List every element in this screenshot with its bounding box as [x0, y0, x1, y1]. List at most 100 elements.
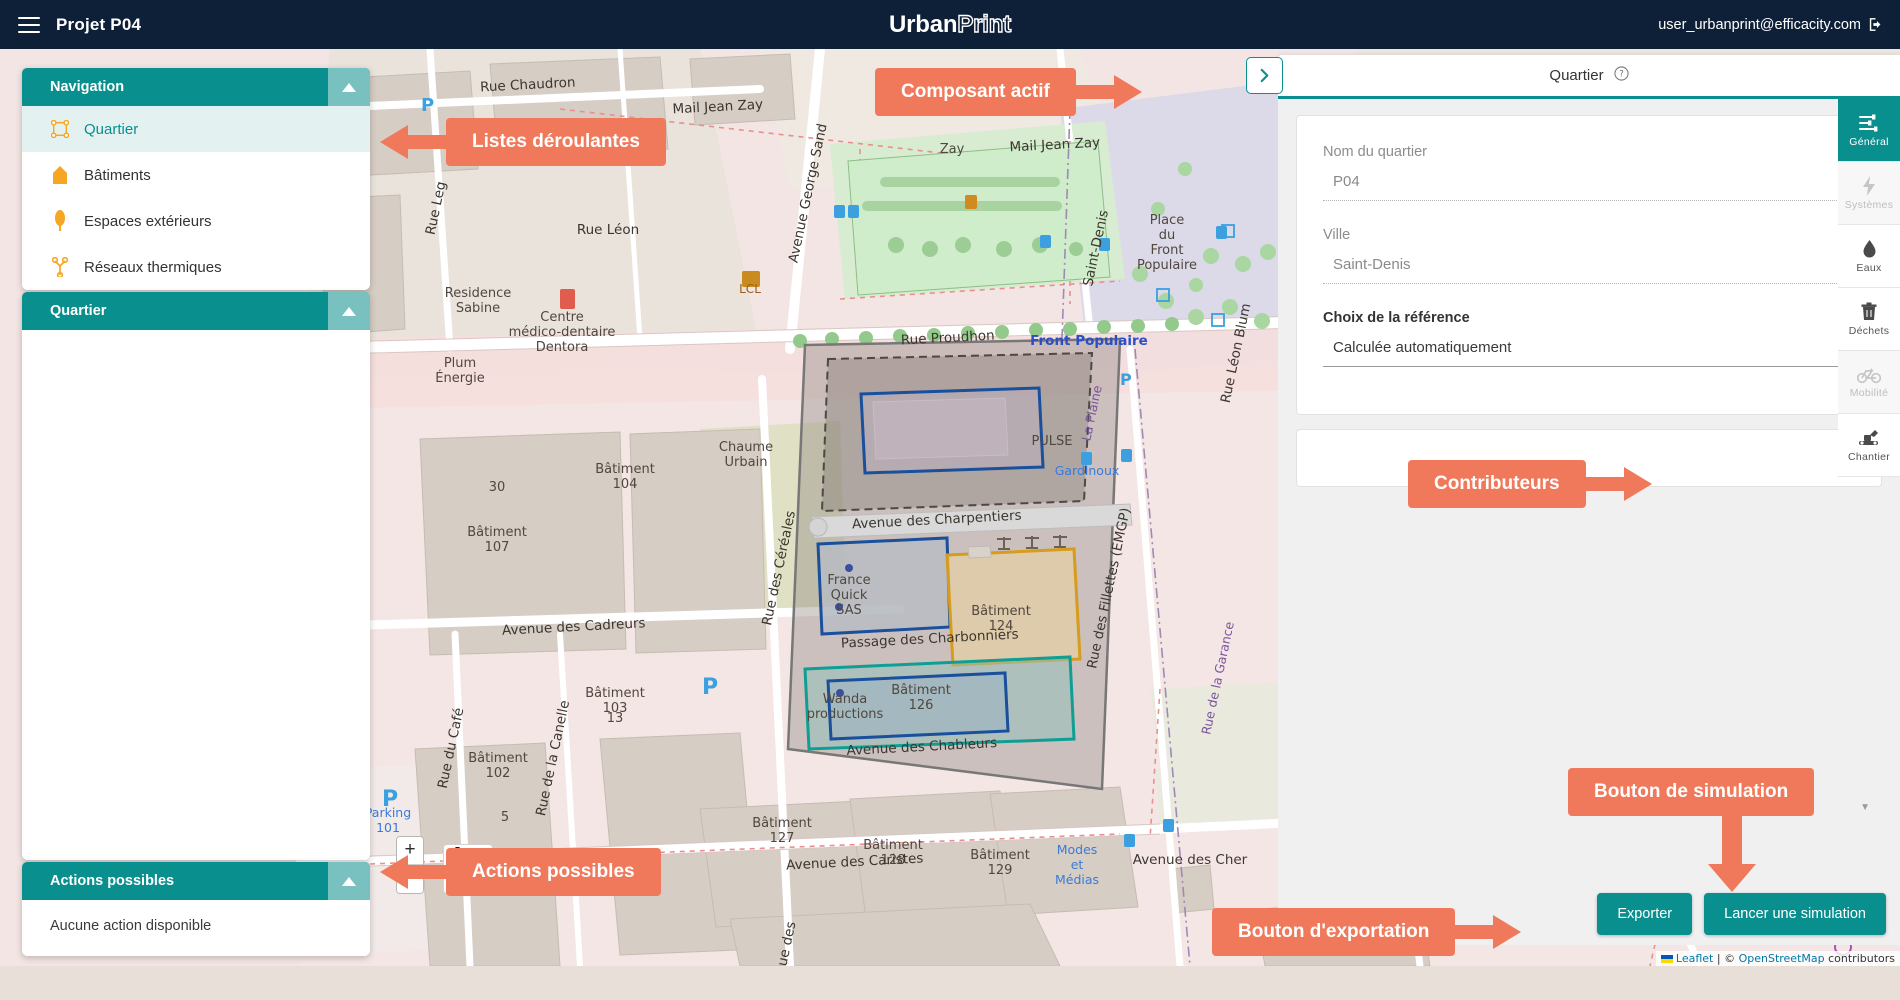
svg-text:Rue Léon: Rue Léon: [577, 222, 639, 238]
svg-text:Front Populaire: Front Populaire: [1030, 333, 1148, 349]
tab-general[interactable]: Général: [1838, 99, 1900, 162]
arrow-right-icon: [1453, 915, 1522, 949]
sidebar-item-label: Bâtiments: [84, 166, 151, 184]
annotation-label: Listes déroulantes: [446, 118, 666, 166]
actions-section-title: Actions possibles: [50, 873, 175, 889]
quartier-section-header[interactable]: Quartier: [22, 292, 370, 330]
tab-label: Général: [1849, 135, 1889, 148]
chevron-up-icon: [342, 876, 356, 886]
panel-collapse-button[interactable]: [1246, 57, 1283, 94]
help-circle-icon[interactable]: ?: [1614, 65, 1629, 86]
tab-label: Systèmes: [1844, 198, 1894, 211]
sidebar-item-label: Réseaux thermiques: [84, 258, 222, 276]
svg-text:P: P: [1120, 370, 1132, 389]
tab-eaux[interactable]: Eaux: [1838, 225, 1900, 288]
nom-du-quartier-input[interactable]: P04: [1323, 173, 1855, 201]
top-bar: Projet P04 UrbanPrint user_urbanprint@ef…: [0, 0, 1900, 49]
tab-systemes[interactable]: Systèmes: [1838, 162, 1900, 225]
svg-text:P: P: [702, 675, 718, 700]
sidebar-item-reseaux-thermiques[interactable]: Réseaux thermiques: [22, 244, 370, 290]
chevron-right-icon: [1260, 68, 1269, 83]
svg-text:5: 5: [501, 810, 509, 825]
arrow-right-icon: [1583, 467, 1652, 501]
chevron-up-icon: [342, 306, 356, 316]
trash-icon: [1861, 302, 1877, 320]
ville-input[interactable]: Saint-Denis: [1323, 256, 1855, 284]
field-label: Choix de la référence: [1323, 310, 1470, 326]
svg-text:PULSE: PULSE: [1031, 434, 1072, 449]
tree-icon: [50, 210, 70, 232]
annotation-bouton-exportation: Bouton d'exportation: [1212, 908, 1523, 956]
field-choix-reference: Choix de la référence ? Calculée automat…: [1323, 310, 1855, 367]
navigation-title: Navigation: [50, 79, 125, 95]
annotation-label: Bouton de simulation: [1568, 768, 1815, 816]
arrow-right-icon: [1073, 75, 1142, 109]
navigation-header[interactable]: Navigation: [22, 68, 370, 106]
navigation-list: Quartier Bâtiments Espaces extérieurs Ré…: [22, 106, 370, 290]
reference-select-value: Calculée automatiquement: [1333, 339, 1512, 356]
logo-urban-text: Urban: [888, 10, 958, 38]
logout-icon[interactable]: [1867, 16, 1884, 33]
user-area[interactable]: user_urbanprint@efficacity.com: [1658, 16, 1884, 33]
tab-label: Déchets: [1848, 324, 1890, 337]
svg-text:Gardinoux: Gardinoux: [1055, 463, 1120, 478]
field-nom-du-quartier: Nom du quartier P04: [1323, 144, 1855, 201]
tab-dechets[interactable]: Déchets: [1838, 288, 1900, 351]
project-title: Projet P04: [56, 14, 142, 34]
bicycle-icon: [1857, 367, 1881, 383]
svg-text:?: ?: [1619, 68, 1623, 78]
navigation-card: Navigation Quartier Bâtiments Espaces ex…: [22, 68, 370, 290]
actions-collapse-button[interactable]: [328, 862, 370, 900]
annotation-label: Contributeurs: [1408, 460, 1586, 508]
chevron-up-icon: [342, 82, 356, 92]
actions-section-header[interactable]: Actions possibles: [22, 862, 370, 900]
field-ville: Ville Saint-Denis: [1323, 227, 1855, 284]
quartier-card: Quartier: [22, 292, 370, 860]
annotation-label: Actions possibles: [446, 848, 661, 896]
svg-text:ChaumeUrbain: Chaume Urbain: [719, 440, 773, 470]
actions-card: Actions possibles Aucune action disponib…: [22, 862, 370, 956]
arrow-left-icon: [380, 125, 448, 159]
svg-text:13: 13: [607, 711, 624, 726]
sidebar-item-label: Quartier: [84, 120, 139, 138]
tab-chantier[interactable]: Chantier: [1838, 414, 1900, 477]
hamburger-menu-icon[interactable]: [18, 16, 40, 33]
panel-title: Quartier: [1549, 67, 1604, 84]
annotation-listes-deroulantes: Listes déroulantes: [378, 118, 666, 166]
quartier-collapse-button[interactable]: [328, 292, 370, 330]
sidebar-item-espaces-exterieurs[interactable]: Espaces extérieurs: [22, 198, 370, 244]
district-polygon-icon: [50, 118, 70, 140]
svg-text:Avenue des Cher: Avenue des Cher: [1133, 852, 1248, 868]
reference-select[interactable]: Calculée automatiquement: [1323, 339, 1855, 367]
navigation-collapse-button[interactable]: [328, 68, 370, 106]
ukraine-flag-icon: [1660, 955, 1673, 963]
quartier-section-body: [22, 330, 370, 860]
annotation-label: Bouton d'exportation: [1212, 908, 1456, 956]
field-label: Ville: [1323, 227, 1351, 243]
arrow-left-icon: [380, 855, 448, 889]
annotation-composant-actif: Composant actif: [875, 68, 1144, 116]
logo-print-text: Print: [957, 10, 1012, 38]
tab-label: Eaux: [1856, 261, 1882, 274]
actions-empty-text: Aucune action disponible: [22, 900, 370, 956]
water-drop-icon: [1863, 239, 1875, 257]
field-label: Nom du quartier: [1323, 144, 1427, 160]
network-icon: [50, 256, 70, 278]
panel-tab-rail: Général Systèmes Eaux Déchets Mobilité C…: [1838, 99, 1900, 477]
sidebar-item-quartier[interactable]: Quartier: [22, 106, 370, 152]
sidebar-item-batiments[interactable]: Bâtiments: [22, 152, 370, 198]
tab-label: Mobilité: [1849, 386, 1889, 399]
excavator-icon: [1859, 429, 1878, 445]
run-simulation-button[interactable]: Lancer une simulation: [1704, 893, 1886, 935]
export-button[interactable]: Exporter: [1597, 893, 1693, 935]
left-sidebar: Navigation Quartier Bâtiments Espaces ex…: [22, 68, 370, 956]
annotation-bouton-simulation: Bouton de simulation: [1568, 768, 1815, 892]
tab-label: Chantier: [1847, 450, 1891, 463]
building-icon: [50, 164, 70, 186]
panel-action-buttons: Exporter Lancer une simulation: [1597, 893, 1886, 935]
panel-header: Quartier ?: [1278, 55, 1900, 96]
tab-mobilite[interactable]: Mobilité: [1838, 351, 1900, 414]
scroll-down-arrow[interactable]: ▼: [1860, 802, 1870, 813]
svg-text:P: P: [421, 95, 434, 116]
sidebar-item-label: Espaces extérieurs: [84, 212, 212, 230]
